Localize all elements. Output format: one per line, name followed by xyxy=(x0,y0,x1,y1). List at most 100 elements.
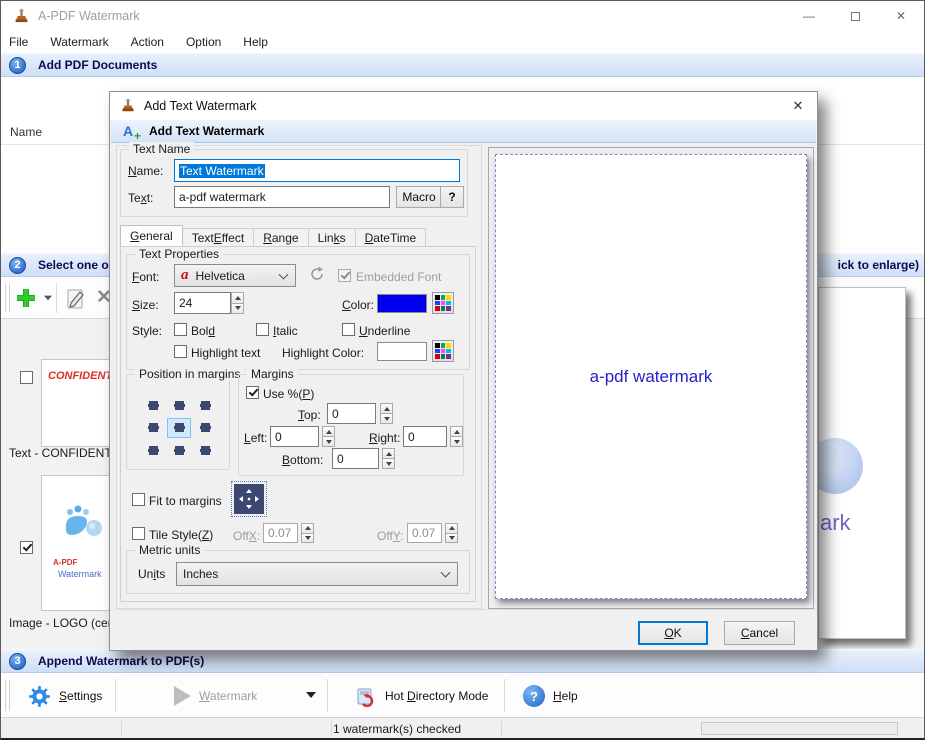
settings-button[interactable]: Settings xyxy=(28,679,102,713)
ok-button[interactable]: OK xyxy=(638,621,708,645)
dialog-preview-page[interactable]: a-pdf watermark xyxy=(495,154,807,599)
color-swatch[interactable] xyxy=(377,294,427,313)
position-cell-bottom-right[interactable] xyxy=(193,440,217,461)
position-cell-middle-left[interactable] xyxy=(141,418,165,439)
watermark-run-button[interactable]: Watermark xyxy=(174,679,257,713)
menu-file[interactable]: File xyxy=(1,35,39,49)
highlight-text-label: Highlight text xyxy=(191,346,260,360)
embedded-font-checkbox[interactable] xyxy=(338,269,351,282)
app-stamp-icon xyxy=(13,8,30,25)
watermark-item2-thumbnail[interactable]: A-PDF Watermark xyxy=(41,475,116,611)
menu-help[interactable]: Help xyxy=(232,35,279,49)
offx-spinner[interactable] xyxy=(301,523,314,543)
highlight-text-checkbox[interactable] xyxy=(174,345,187,358)
menu-watermark[interactable]: Watermark xyxy=(39,35,119,49)
watermark-item1-checkbox[interactable] xyxy=(20,371,33,384)
top-input[interactable]: 0 xyxy=(327,403,376,424)
tab-links[interactable]: Links xyxy=(308,228,356,246)
use-percent-checkbox[interactable] xyxy=(246,386,259,399)
dialog-help-button[interactable]: ? xyxy=(440,186,464,208)
help-button[interactable]: ? Help xyxy=(523,679,578,713)
underline-checkbox[interactable] xyxy=(342,323,355,336)
menu-option[interactable]: Option xyxy=(175,35,232,49)
status-divider xyxy=(331,721,332,736)
section3-title: Append Watermark to PDF(s) xyxy=(38,654,204,668)
play-icon xyxy=(174,686,191,706)
watermark-item2-checkbox[interactable] xyxy=(20,541,33,554)
bottom-spinner[interactable] xyxy=(382,448,395,469)
size-input[interactable]: 24 xyxy=(174,292,231,314)
main-preview-page[interactable]: ark xyxy=(818,287,906,639)
dialog-stamp-icon xyxy=(120,98,136,114)
size-label: Size: xyxy=(132,298,159,312)
maximize-icon[interactable] xyxy=(832,1,878,31)
position-cell-bottom-left[interactable] xyxy=(141,440,165,461)
add-text-watermark-dialog: Add Text Watermark ✕ A + Add Text Waterm… xyxy=(109,91,818,651)
bottom-input[interactable]: 0 xyxy=(332,448,379,469)
italic-checkbox[interactable] xyxy=(256,323,269,336)
position-cell-top-right[interactable] xyxy=(193,395,217,416)
margins-group-title: Margins xyxy=(247,367,298,381)
tab-general[interactable]: General xyxy=(120,225,183,246)
left-label: Left: xyxy=(244,431,267,445)
right-spinner[interactable] xyxy=(450,426,463,447)
chevron-down-icon xyxy=(441,568,451,578)
highlight-color-palette-icon[interactable] xyxy=(432,340,454,362)
dialog-button-strip: OK Cancel xyxy=(110,609,817,651)
bold-checkbox[interactable] xyxy=(174,323,187,336)
dialog-close-icon[interactable]: ✕ xyxy=(783,94,813,118)
section2-title-left: Select one o xyxy=(38,258,109,272)
left-spinner[interactable] xyxy=(322,426,335,447)
position-cell-top-center[interactable] xyxy=(167,395,191,416)
tile-style-checkbox[interactable] xyxy=(132,527,145,540)
refresh-fonts-icon[interactable] xyxy=(308,265,326,283)
add-watermark-icon[interactable] xyxy=(15,287,53,309)
edit-watermark-icon[interactable] xyxy=(65,288,87,310)
color-palette-icon[interactable] xyxy=(432,292,454,314)
font-combobox[interactable]: a Helvetica xyxy=(174,264,296,287)
title-bar: A-PDF Watermark — ✕ xyxy=(1,1,924,31)
name-input[interactable]: Text Watermark xyxy=(174,159,460,182)
left-input[interactable]: 0 xyxy=(270,426,319,447)
top-spinner[interactable] xyxy=(380,403,393,424)
minimize-icon[interactable]: — xyxy=(786,1,832,31)
offx-input[interactable]: 0.07 xyxy=(263,523,298,543)
menu-action[interactable]: Action xyxy=(120,35,175,49)
offy-spinner[interactable] xyxy=(445,523,458,543)
watermark-run-label: Watermark xyxy=(199,689,257,703)
toolbar-grip xyxy=(5,680,10,710)
hot-directory-button[interactable]: Hot Directory Mode xyxy=(355,679,488,713)
move-arrows-icon[interactable] xyxy=(234,484,264,514)
right-input[interactable]: 0 xyxy=(403,426,447,447)
thumb1-text: CONFIDENT xyxy=(48,370,112,382)
highlight-color-swatch[interactable] xyxy=(377,342,427,361)
cancel-button[interactable]: Cancel xyxy=(724,621,795,645)
text-input[interactable]: a-pdf watermark xyxy=(174,186,390,208)
preview-watermark-text: a-pdf watermark xyxy=(590,367,713,387)
macro-button[interactable]: Macro xyxy=(396,186,442,208)
position-cell-middle-right[interactable] xyxy=(193,418,217,439)
position-cell-bottom-center[interactable] xyxy=(167,440,191,461)
tab-text-effect[interactable]: Text Effect xyxy=(182,228,255,246)
fit-to-margins-checkbox[interactable] xyxy=(132,493,145,506)
tab-datetime[interactable]: DateTime xyxy=(355,228,427,246)
add-watermark-dropdown-icon[interactable] xyxy=(44,296,52,301)
underline-label: Underline xyxy=(359,324,410,338)
position-cell-top-left[interactable] xyxy=(141,395,165,416)
size-spinner[interactable] xyxy=(231,292,244,314)
watermark-item1-thumbnail[interactable]: CONFIDENT xyxy=(41,359,116,447)
dialog-title: Add Text Watermark xyxy=(144,99,257,113)
close-icon[interactable]: ✕ xyxy=(878,1,924,31)
units-combobox[interactable]: Inches xyxy=(176,562,458,586)
tab-range[interactable]: Range xyxy=(253,228,308,246)
menu-bar: File Watermark Action Option Help xyxy=(1,31,924,53)
right-label: Right: xyxy=(369,431,400,445)
position-in-margins-group: Position in margins xyxy=(126,374,230,470)
section-add-pdf-header: 1 Add PDF Documents xyxy=(1,53,924,77)
highlight-color-label: Highlight Color: xyxy=(282,346,364,360)
position-cell-center[interactable] xyxy=(167,418,191,439)
offy-input[interactable]: 0.07 xyxy=(407,523,442,543)
top-label: Top: xyxy=(298,408,321,422)
watermark-run-dropdown-icon[interactable] xyxy=(306,692,316,698)
use-percent-label: Use %(P) xyxy=(263,387,314,401)
